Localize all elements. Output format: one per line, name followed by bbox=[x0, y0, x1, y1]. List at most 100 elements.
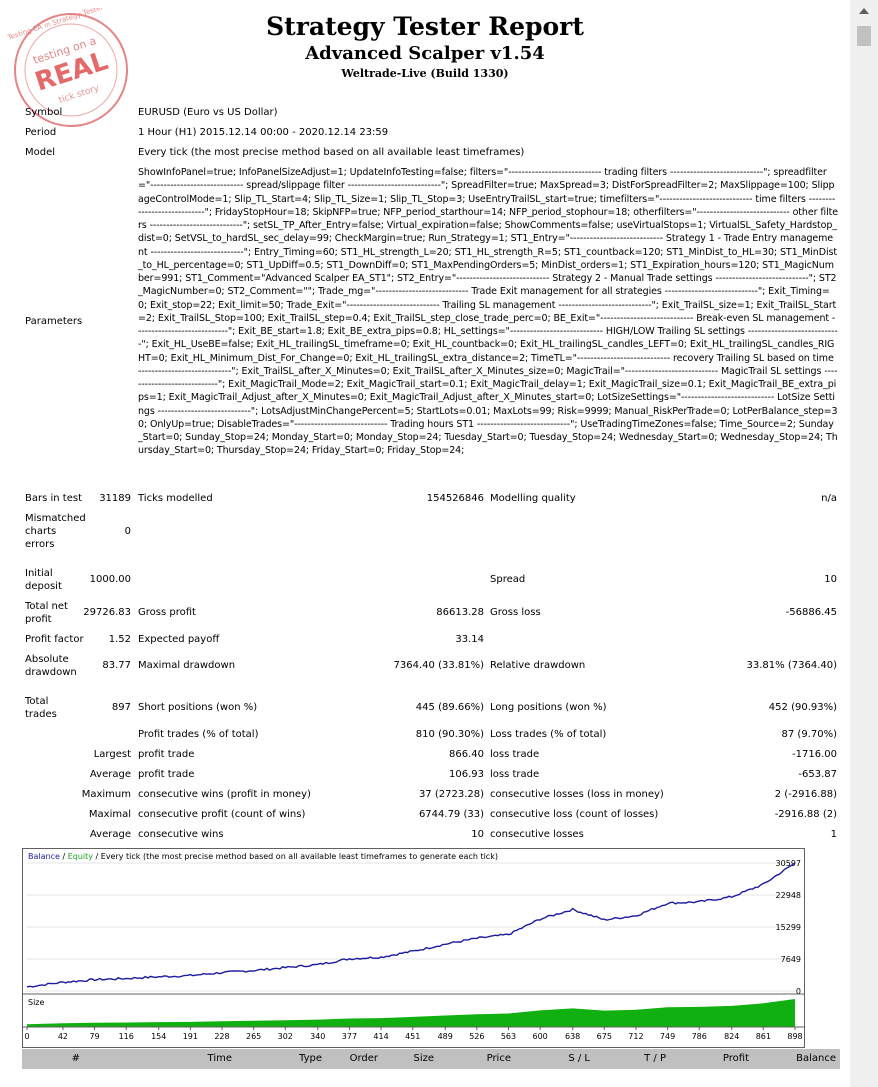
largest-loss-label: loss trade bbox=[490, 749, 540, 760]
x-tick-label: 340 bbox=[310, 1032, 325, 1041]
x-tick-label: 489 bbox=[438, 1032, 453, 1041]
col-time: Time bbox=[207, 1053, 232, 1064]
average-profit-value: 106.93 bbox=[449, 769, 484, 780]
maxdd-label: Maximal drawdown bbox=[138, 660, 236, 671]
col-type: Type bbox=[299, 1053, 322, 1064]
maximal-profit-value: 6744.79 (33) bbox=[418, 809, 484, 820]
col-number: # bbox=[71, 1053, 80, 1064]
parameters-value: ShowInfoPanel=true; InfoPanelSizeAdjust=… bbox=[138, 167, 839, 457]
x-tick-label: 0 bbox=[24, 1032, 29, 1041]
maximum-label: Maximum bbox=[81, 789, 131, 800]
quality-label: Modelling quality bbox=[490, 493, 576, 504]
ticks-label: Ticks modelled bbox=[138, 493, 213, 504]
average-profit-label: profit trade bbox=[138, 769, 195, 780]
x-tick-label: 79 bbox=[89, 1032, 99, 1041]
col-profit: Profit bbox=[722, 1053, 749, 1064]
x-tick-label: 749 bbox=[660, 1032, 675, 1041]
x-tick-label: 414 bbox=[373, 1032, 388, 1041]
x-tick-label: 861 bbox=[756, 1032, 771, 1041]
largest-label: Largest bbox=[93, 749, 131, 760]
x-tick-label: 638 bbox=[565, 1032, 580, 1041]
x-tick-label: 898 bbox=[787, 1032, 802, 1041]
payoff-label: Expected payoff bbox=[138, 634, 220, 645]
vertical-scrollbar[interactable] bbox=[850, 0, 878, 1087]
maximal-label: Maximal bbox=[88, 809, 131, 820]
mismatch-label-1: Mismatched bbox=[25, 513, 86, 524]
col-tp: T / P bbox=[644, 1053, 666, 1064]
grossprofit-value: 86613.28 bbox=[436, 607, 484, 618]
average-loss-value: -653.87 bbox=[798, 769, 837, 780]
avg-wins-value: 10 bbox=[471, 829, 484, 840]
short-label: Short positions (won %) bbox=[138, 702, 258, 713]
x-tick-label: 526 bbox=[469, 1032, 484, 1041]
x-tick-label: 712 bbox=[628, 1032, 643, 1041]
y-tick-label: 0 bbox=[796, 987, 801, 996]
x-tick-label: 302 bbox=[278, 1032, 293, 1041]
grossprofit-label: Gross profit bbox=[138, 607, 196, 618]
x-tick-label: 563 bbox=[501, 1032, 516, 1041]
netprofit-label-2: profit bbox=[25, 614, 52, 625]
reldd-label: Relative drawdown bbox=[490, 660, 586, 671]
largest-profit-label: profit trade bbox=[138, 749, 195, 760]
symbol-label: Symbol bbox=[25, 107, 63, 118]
average-consec-label: Average bbox=[89, 829, 131, 840]
payoff-value: 33.14 bbox=[455, 634, 484, 645]
maximal-loss-label: consecutive loss (count of losses) bbox=[490, 809, 659, 820]
trades-table-header: # Time Type Order Size Price S / L T / P… bbox=[22, 1049, 840, 1069]
scroll-thumb[interactable] bbox=[857, 26, 871, 46]
maximal-loss-value: -2916.88 (2) bbox=[774, 809, 837, 820]
reldd-value: 33.81% (7364.40) bbox=[746, 660, 837, 671]
model-value: Every tick (the most precise method base… bbox=[138, 147, 525, 158]
mismatch-label-3: errors bbox=[25, 539, 55, 550]
max-losses-value: 2 (-2916.88) bbox=[774, 789, 837, 800]
expert-name: Advanced Scalper v1.54 bbox=[305, 43, 545, 64]
x-tick-label: 265 bbox=[246, 1032, 261, 1041]
profit-factor-label: Profit factor bbox=[25, 634, 84, 645]
mismatch-label-2: charts bbox=[25, 526, 57, 537]
x-tick-label: 675 bbox=[597, 1032, 612, 1041]
col-sl: S / L bbox=[568, 1053, 590, 1064]
loss-trades-label: Loss trades (% of total) bbox=[490, 729, 607, 740]
report-page: Testing EA in Strategy Tester testing on… bbox=[0, 0, 851, 1087]
col-balance: Balance bbox=[796, 1053, 836, 1064]
x-tick-label: 600 bbox=[532, 1032, 547, 1041]
symbol-value: EURUSD (Euro vs US Dollar) bbox=[138, 107, 278, 118]
grossloss-label: Gross loss bbox=[490, 607, 541, 618]
col-size: Size bbox=[413, 1053, 434, 1064]
bars-value: 31189 bbox=[99, 493, 131, 504]
spread-value: 10 bbox=[824, 574, 837, 585]
x-tick-label: 824 bbox=[724, 1032, 739, 1041]
deposit-label-1: Initial bbox=[25, 568, 53, 579]
y-tick-label: 15299 bbox=[776, 923, 801, 932]
y-tick-label: 7649 bbox=[781, 955, 801, 964]
maxdd-value: 7364.40 (33.81%) bbox=[393, 660, 484, 671]
x-tick-label: 377 bbox=[342, 1032, 357, 1041]
spread-label: Spread bbox=[490, 574, 526, 585]
trades-label-2: trades bbox=[25, 709, 57, 720]
size-series-area bbox=[27, 999, 795, 1027]
col-order: Order bbox=[349, 1053, 378, 1064]
parameters-label: Parameters bbox=[25, 316, 83, 327]
avg-wins-label: consecutive wins bbox=[138, 829, 224, 840]
period-label: Period bbox=[25, 127, 57, 138]
absdd-value: 83.77 bbox=[102, 660, 131, 671]
size-pane-label: Size bbox=[28, 998, 45, 1007]
x-tick-label: 154 bbox=[151, 1032, 166, 1041]
profit-factor-value: 1.52 bbox=[108, 634, 131, 645]
grossloss-value: -56886.45 bbox=[785, 607, 837, 618]
balance-chart: Balance / Equity / Every tick (the most … bbox=[22, 848, 805, 1048]
server-build: Weltrade-Live (Build 1330) bbox=[341, 67, 509, 80]
profit-trades-label: Profit trades (% of total) bbox=[138, 729, 259, 740]
max-losses-label: consecutive losses (loss in money) bbox=[490, 789, 664, 800]
report-title: Strategy Tester Report bbox=[266, 12, 584, 41]
x-tick-label: 451 bbox=[405, 1032, 420, 1041]
col-price: Price bbox=[486, 1053, 511, 1064]
scroll-up-arrow-icon[interactable] bbox=[859, 8, 869, 14]
x-tick-label: 116 bbox=[119, 1032, 134, 1041]
trades-label-1: Total bbox=[25, 696, 49, 707]
absdd-label-2: drawdown bbox=[25, 667, 77, 678]
maximal-profit-label: consecutive profit (count of wins) bbox=[138, 809, 306, 820]
netprofit-label-1: Total net bbox=[25, 601, 68, 612]
average-loss-label: loss trade bbox=[490, 769, 540, 780]
x-tick-label: 228 bbox=[214, 1032, 229, 1041]
